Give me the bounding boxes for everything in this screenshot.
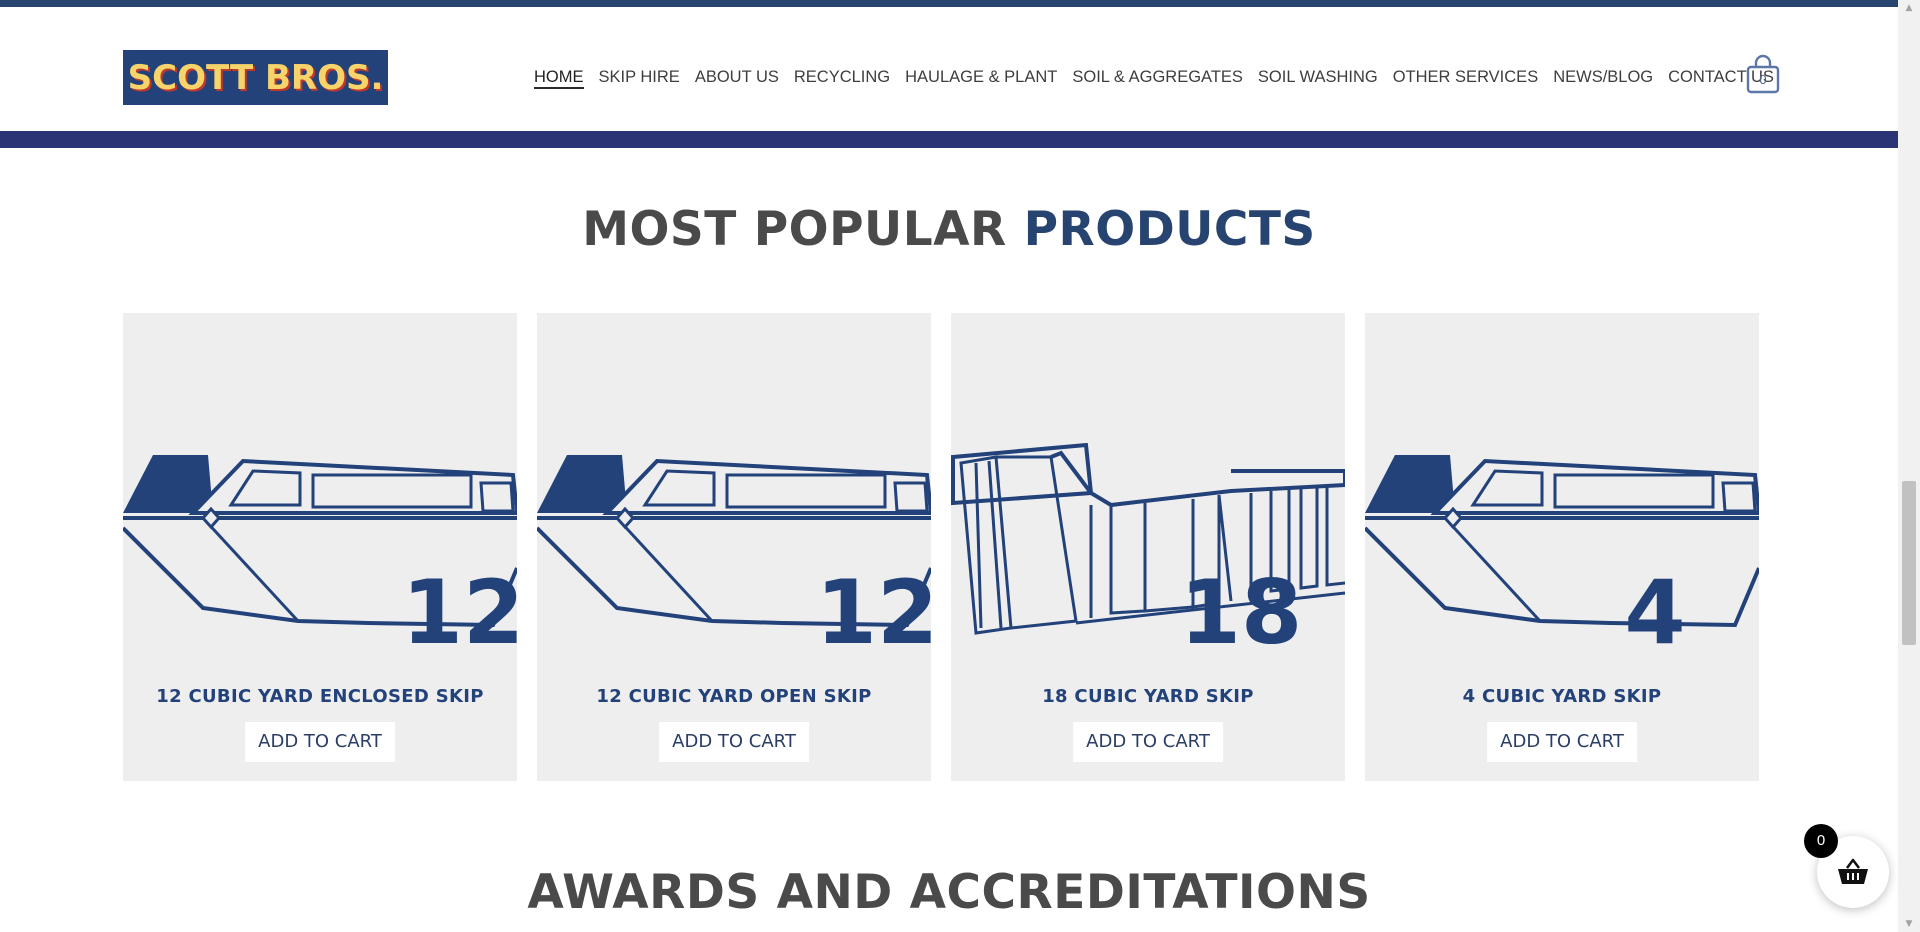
skip-size-label: 4	[1624, 561, 1685, 653]
add-to-cart-button[interactable]: ADD TO CART	[245, 722, 395, 762]
product-card[interactable]: 12 12 CUBIC YARD ENCLOSED SKIP ADD TO CA…	[123, 313, 517, 781]
product-name: 12 CUBIC YARD OPEN SKIP	[596, 686, 872, 707]
header-bottom-band	[0, 131, 1898, 148]
products-grid: 12 12 CUBIC YARD ENCLOSED SKIP ADD TO CA…	[123, 313, 1759, 781]
page-scrollbar[interactable]: ▲ ▼	[1898, 0, 1920, 932]
main-nav: HOME SKIP HIRE ABOUT US RECYCLING HAULAG…	[534, 65, 1789, 89]
product-name: 4 CUBIC YARD SKIP	[1462, 686, 1662, 707]
floating-cart-count-badge: 0	[1804, 824, 1838, 858]
skip-size-label: 18	[1180, 561, 1302, 653]
title-part-2: PRODUCTS	[1023, 202, 1316, 257]
product-card[interactable]: 12 12 CUBIC YARD OPEN SKIP ADD TO CART	[537, 313, 931, 781]
page: SCOTT BROS. HOME SKIP HIRE ABOUT US RECY…	[0, 0, 1920, 932]
nav-item-haulage-plant[interactable]: HAULAGE & PLANT	[905, 65, 1057, 89]
nav-item-news-blog[interactable]: NEWS/BLOG	[1553, 65, 1653, 89]
scroll-up-arrow-icon[interactable]: ▲	[1898, 0, 1920, 16]
top-accent-strip	[0, 0, 1898, 7]
product-card[interactable]: 18 18 CUBIC YARD SKIP ADD TO CART	[951, 313, 1345, 781]
basket-icon	[1838, 858, 1868, 884]
add-to-cart-button[interactable]: ADD TO CART	[1487, 722, 1637, 762]
enclosed-skip-icon: 12	[123, 455, 517, 653]
site-logo[interactable]: SCOTT BROS.	[123, 50, 388, 105]
title-part-1: MOST POPULAR	[582, 202, 1007, 257]
add-to-cart-button[interactable]: ADD TO CART	[1073, 722, 1223, 762]
header-cart-count: 0	[1759, 72, 1767, 87]
nav-item-skip-hire[interactable]: SKIP HIRE	[599, 65, 680, 89]
nav-item-other-services[interactable]: OTHER SERVICES	[1393, 65, 1538, 89]
awards-title: AWARDS AND ACCREDITATIONS	[527, 865, 1371, 920]
site-header: SCOTT BROS. HOME SKIP HIRE ABOUT US RECY…	[0, 7, 1898, 131]
add-to-cart-button[interactable]: ADD TO CART	[659, 722, 809, 762]
skip-size-label: 12	[816, 561, 931, 653]
header-cart-button[interactable]: 0	[1746, 54, 1780, 94]
product-card[interactable]: 4 4 CUBIC YARD SKIP ADD TO CART	[1365, 313, 1759, 781]
nav-item-recycling[interactable]: RECYCLING	[794, 65, 890, 89]
nav-item-soil-washing[interactable]: SOIL WASHING	[1258, 65, 1378, 89]
open-skip-icon: 4	[1365, 455, 1759, 653]
open-skip-icon: 12	[537, 455, 931, 653]
popular-products-title: MOST POPULAR PRODUCTS	[0, 202, 1898, 257]
logo-text: SCOTT BROS.	[127, 57, 384, 98]
nav-item-about-us[interactable]: ABOUT US	[695, 65, 779, 89]
nav-item-home[interactable]: HOME	[534, 65, 584, 89]
product-name: 12 CUBIC YARD ENCLOSED SKIP	[156, 686, 484, 707]
scroll-thumb[interactable]	[1902, 481, 1916, 645]
nav-item-soil-aggregates[interactable]: SOIL & AGGREGATES	[1072, 65, 1243, 89]
scroll-down-arrow-icon[interactable]: ▼	[1898, 916, 1920, 932]
product-name: 18 CUBIC YARD SKIP	[1042, 686, 1254, 707]
skip-size-label: 12	[402, 561, 517, 653]
roro-skip-icon: 18	[951, 443, 1345, 653]
